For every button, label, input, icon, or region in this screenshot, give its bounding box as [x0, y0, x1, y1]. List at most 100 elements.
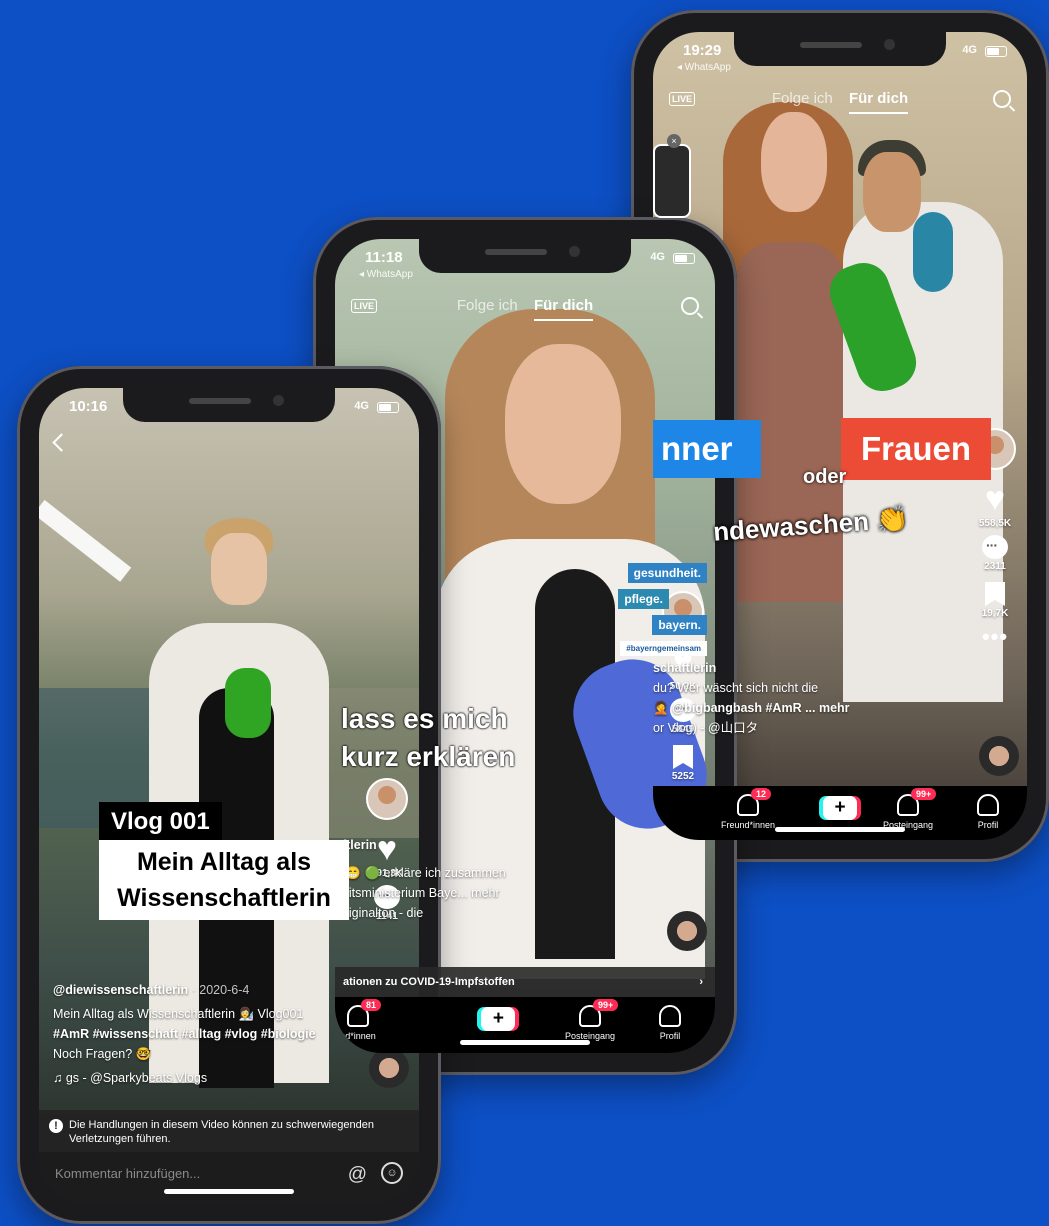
nav-profile[interactable]: Profil — [953, 794, 1023, 830]
battery-icon — [377, 402, 399, 413]
heart-icon: ♥ — [984, 480, 1006, 518]
profile-icon — [659, 1005, 681, 1027]
creator-username[interactable]: aftlerin — [335, 835, 506, 855]
sound-name[interactable]: ♫ gs - @Sparkybeats Vlogs — [53, 1068, 316, 1088]
home-indicator[interactable] — [775, 827, 905, 832]
caption-line[interactable]: heitsministerium Baye... mehr — [335, 883, 506, 903]
info-banner-text: ationen zu COVID-19-Impfstoffen — [343, 976, 515, 988]
overlay-text: kurz erklären — [341, 741, 516, 772]
phone-frame-1: 10:16 4G Vlog 001 Mein Alltag als Wissen… — [17, 366, 441, 1224]
video-figure-face — [761, 112, 827, 212]
network-indicator: 4G — [962, 44, 977, 56]
like-count: 558,5K — [978, 518, 1012, 529]
overlay-or: oder — [803, 466, 847, 488]
save-count: 19,7K — [981, 608, 1009, 619]
comment-bar: Kommentar hinzufügen... @ ☺ — [39, 1152, 419, 1202]
feed-topbar: LIVE Folge ich Für dich — [335, 297, 715, 327]
hashtag-chip: bayern. — [652, 615, 707, 635]
caption-line: n 😁 🟢 erkläre ich zusammen — [335, 866, 506, 880]
back-to-whatsapp[interactable]: ◂ WhatsApp — [359, 269, 413, 280]
caption-line: Noch Fragen? 🤓 — [53, 1047, 152, 1061]
nav-friends[interactable]: 12 Freund*innen — [713, 788, 783, 830]
phone-frame-3: 19:29 ◂ WhatsApp 4G LIVE Folge ich Für d… — [631, 10, 1049, 862]
comment-button[interactable]: 2311 — [971, 535, 1019, 572]
hashtag-chip: pflege. — [618, 589, 669, 609]
more-icon[interactable]: ••• — [971, 626, 1019, 648]
video-caption: @diewissenschaftlerin · 2020-6-4 Mein Al… — [53, 980, 316, 1088]
search-icon[interactable] — [681, 297, 699, 315]
caption-line: Mein Alltag als Wissenschaftlerin 👩‍🔬 Vl… — [53, 1007, 304, 1021]
nav-profile[interactable]: Profil — [635, 1005, 705, 1041]
tab-for-you[interactable]: Für dich — [848, 90, 909, 114]
comment-input[interactable]: Kommentar hinzufügen... — [55, 1166, 200, 1181]
battery-icon — [673, 253, 695, 264]
tab-for-you[interactable]: Für dich — [533, 297, 594, 321]
mention-icon[interactable]: @ — [348, 1164, 367, 1186]
friends-badge: 12 — [751, 788, 772, 800]
caption-line: du? Wer wäscht sich nicht die — [653, 681, 819, 695]
feed-topbar: LIVE Folge ich Für dich — [653, 90, 1027, 120]
comment-count: 2311 — [984, 561, 1006, 572]
creator-avatar[interactable] — [366, 778, 408, 820]
back-to-whatsapp[interactable]: ◂ WhatsApp — [677, 62, 731, 73]
creator-username[interactable]: schaftlerin — [653, 658, 850, 678]
sound-disc[interactable] — [369, 1048, 409, 1088]
nav-friends[interactable]: 81 nd*innen — [335, 999, 393, 1041]
create-button[interactable]: + — [823, 796, 857, 820]
safety-warning: ! Die Handlungen in diesem Video können … — [39, 1110, 419, 1154]
friends-badge: 81 — [361, 999, 382, 1011]
create-button[interactable]: + — [481, 1007, 516, 1031]
sound-name[interactable]: Originalton - die — [335, 903, 506, 923]
nav-inbox[interactable]: 99+ Posteingang — [873, 788, 943, 830]
network-indicator: 4G — [354, 400, 369, 412]
covid-info-banner[interactable]: ationen zu COVID-19-Impfstoffen › — [335, 967, 715, 997]
nav-inbox[interactable]: 99+ Posteingang — [555, 999, 625, 1041]
caption-line[interactable]: 🤦 @bigbangbash #AmR ... mehr — [653, 698, 850, 718]
inbox-badge: 99+ — [911, 788, 937, 800]
video-figure-face-2 — [863, 152, 921, 232]
search-icon[interactable] — [993, 90, 1011, 108]
sound-disc[interactable] — [979, 736, 1019, 776]
tab-following[interactable]: Folge ich — [457, 297, 518, 314]
comment-icon — [982, 535, 1008, 559]
video-caption: schaftlerin du? Wer wäscht sich nicht di… — [653, 658, 850, 738]
video-screen-3[interactable]: 19:29 ◂ WhatsApp 4G LIVE Folge ich Für d… — [653, 32, 1027, 840]
save-button[interactable]: 5252 — [659, 745, 707, 782]
feed-tabs: Folge ich Für dich — [335, 297, 715, 321]
hashtag-chip: #bayerngemeinsam — [620, 641, 707, 656]
hashtag-chip: gesundheit. — [627, 563, 707, 583]
tab-following[interactable]: Folge ich — [772, 90, 833, 107]
close-icon[interactable]: × — [667, 134, 681, 148]
overlay-vlog-tag: Vlog 001 — [99, 802, 222, 842]
sound-name[interactable]: or Vlog) - @山口タ — [653, 718, 850, 738]
overlay-tag-men: nner — [653, 420, 761, 478]
back-arrow-icon[interactable] — [52, 433, 71, 452]
home-indicator[interactable] — [164, 1189, 294, 1194]
picture-in-picture-video[interactable] — [653, 144, 691, 218]
video-screen-1[interactable]: 10:16 4G Vlog 001 Mein Alltag als Wissen… — [39, 388, 419, 1202]
creator-username[interactable]: @diewissenschaftlerin — [53, 983, 188, 997]
warning-icon: ! — [49, 1119, 63, 1133]
status-time: 19:29 — [683, 42, 722, 59]
video-figure-face — [505, 344, 621, 504]
emoji-icon[interactable]: ☺ — [381, 1162, 403, 1184]
profile-icon — [977, 794, 999, 816]
notch — [419, 239, 631, 273]
caption-hashtags[interactable]: #AmR #wissenschaft #alltag #vlog #biolog… — [53, 1024, 316, 1044]
bookmark-icon — [673, 745, 693, 769]
warning-text: Die Handlungen in diesem Video können zu… — [69, 1119, 374, 1145]
like-button[interactable]: ♥ 558,5K — [971, 482, 1019, 529]
post-date: · 2020-6-4 — [191, 983, 250, 997]
ceiling-lamp — [39, 499, 132, 582]
battery-icon — [985, 46, 1007, 57]
nav-label: Profil — [977, 820, 999, 830]
network-indicator: 4G — [650, 251, 665, 263]
home-indicator[interactable] — [460, 1040, 590, 1045]
sound-disc[interactable] — [667, 911, 707, 951]
feed-tabs: Folge ich Für dich — [653, 90, 1027, 114]
save-button[interactable]: 19,7K — [971, 582, 1019, 619]
save-count: 5252 — [671, 771, 695, 782]
overlay-text: lass es mich — [341, 703, 508, 734]
bookmark-icon — [985, 582, 1005, 606]
video-figure-face — [211, 533, 267, 605]
